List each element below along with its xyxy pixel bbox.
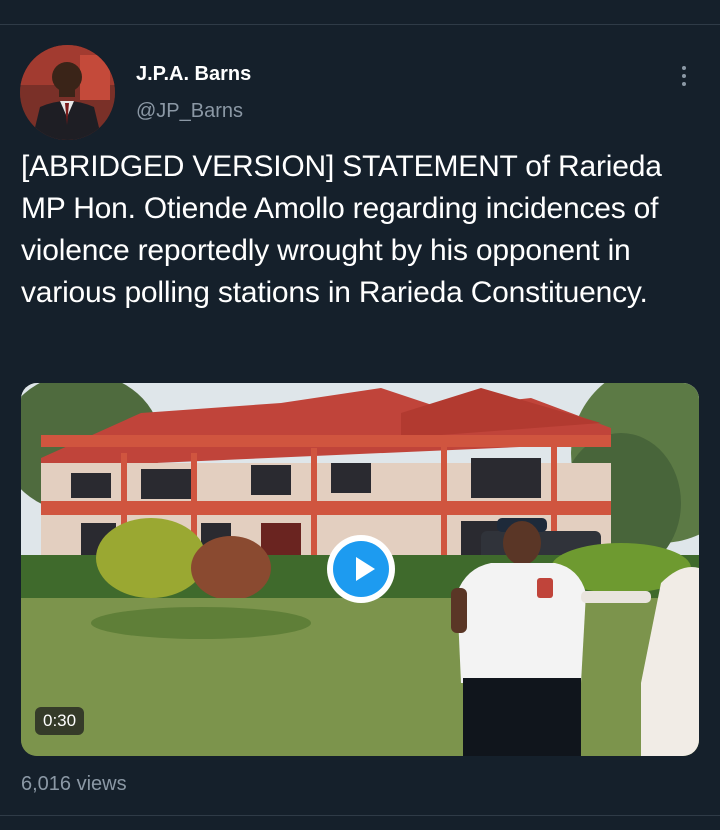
top-divider [0,24,720,25]
play-icon[interactable] [327,535,395,603]
video-player[interactable]: 0:30 [21,383,699,756]
video-duration-badge: 0:30 [35,707,85,735]
more-vertical-icon[interactable] [670,62,698,90]
author-avatar[interactable] [20,45,115,140]
author-handle[interactable]: @JP_Barns [136,100,243,123]
tweet-text: [ABRIDGED VERSION] STATEMENT of Rarieda … [21,150,662,309]
author-name[interactable]: J.P.A. Barns [136,63,251,86]
bottom-divider [0,815,720,816]
view-count: 6,016 views [21,773,127,795]
